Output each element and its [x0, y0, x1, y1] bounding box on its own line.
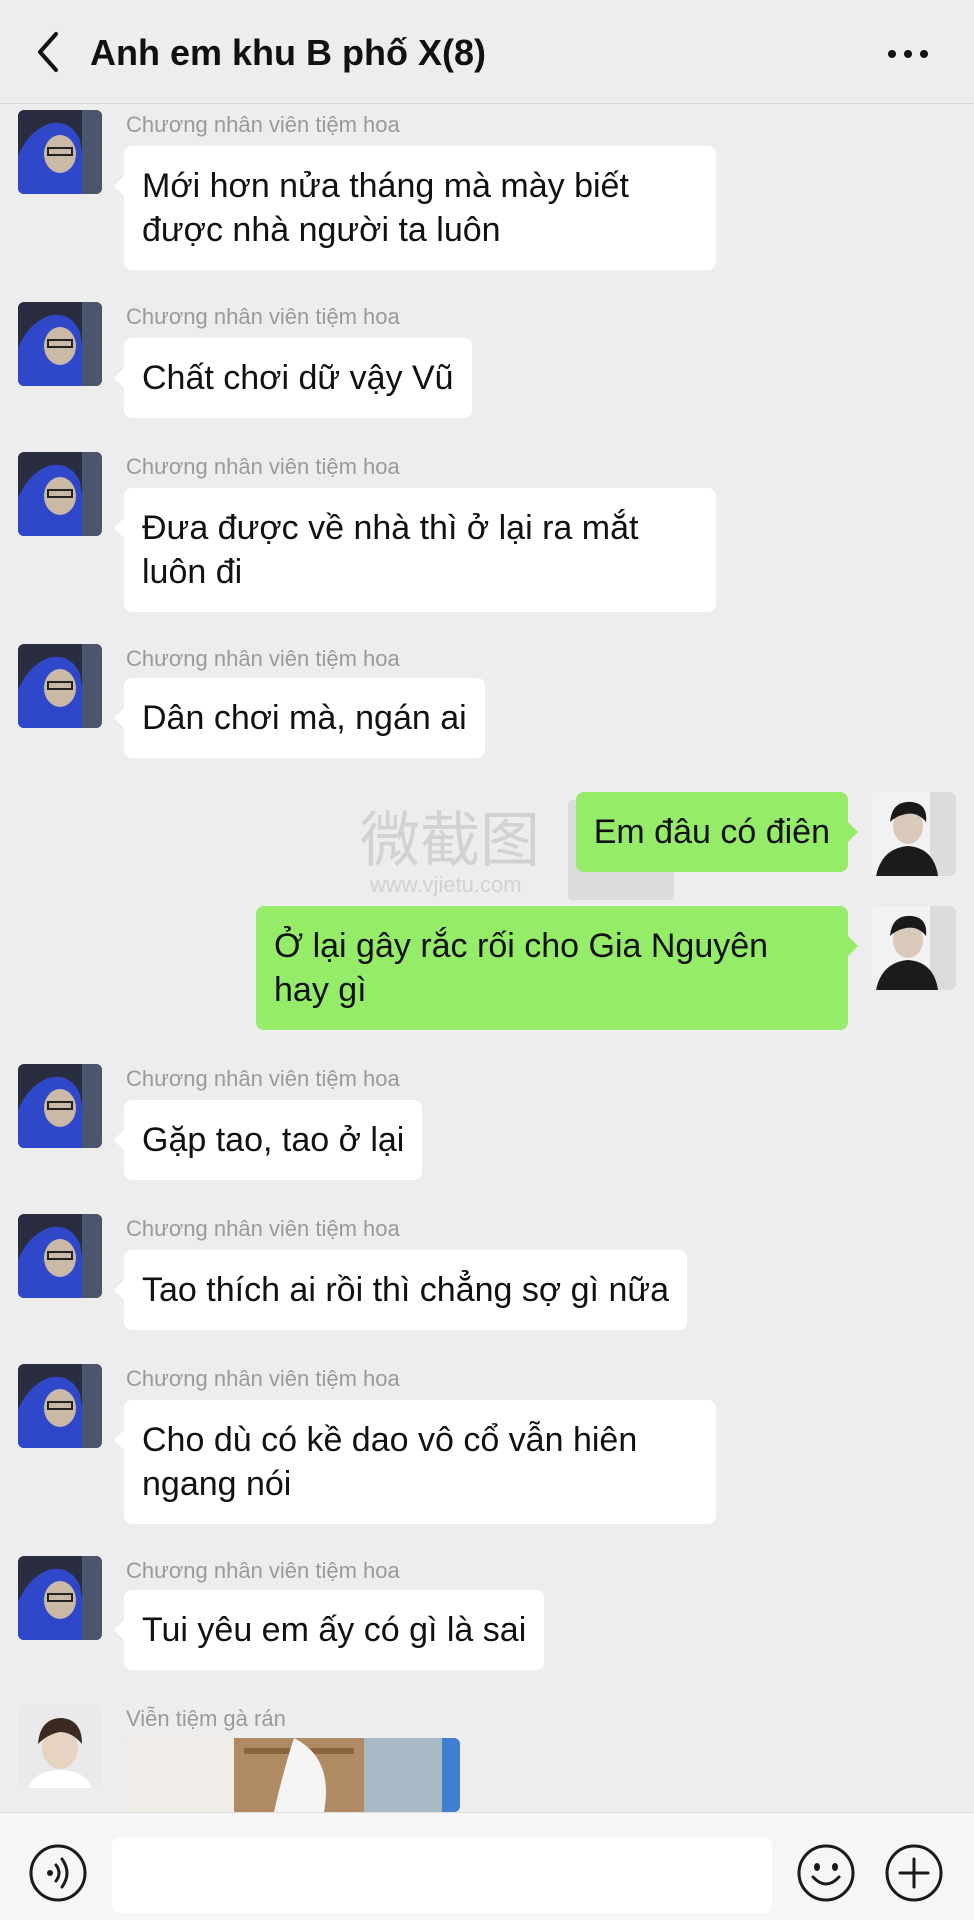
sender-avatar[interactable] — [18, 1704, 102, 1788]
watermark-chinese: 微截图 — [360, 807, 540, 874]
message-input[interactable] — [112, 1837, 772, 1913]
message-bubble-outgoing[interactable]: Ở lại gây rắc rối cho Gia Nguyên hay gì — [256, 906, 858, 1030]
sender-name: Chương nhân viên tiệm hoa — [126, 454, 400, 479]
my-avatar[interactable] — [872, 792, 956, 876]
sender-name: Chương nhân viên tiệm hoa — [126, 1066, 400, 1091]
plus-button[interactable] — [884, 1843, 944, 1903]
message-bubble[interactable]: Chất chơi dữ vậy Vũ — [114, 338, 472, 418]
my-avatar[interactable] — [872, 906, 956, 990]
sender-name: Chương nhân viên tiệm hoa — [126, 1558, 400, 1583]
emoji-button[interactable] — [796, 1843, 856, 1903]
sender-name: Chương nhân viên tiệm hoa — [126, 646, 400, 671]
voice-button[interactable] — [28, 1843, 88, 1903]
sender-name: Viễn tiệm gà rán — [126, 1706, 286, 1731]
sender-name: Chương nhân viên tiệm hoa — [126, 1366, 400, 1391]
sender-avatar[interactable] — [18, 1556, 102, 1640]
image-message[interactable] — [124, 1738, 460, 1812]
more-button[interactable] — [884, 36, 932, 72]
sender-avatar[interactable] — [18, 452, 102, 536]
message-bubble-outgoing[interactable]: Em đâu có điên — [575, 792, 859, 872]
sender-avatar[interactable] — [18, 110, 102, 194]
back-button[interactable] — [30, 30, 70, 74]
plus-icon — [885, 1844, 943, 1902]
sender-avatar[interactable] — [18, 644, 102, 728]
chevron-left-icon — [38, 32, 58, 72]
chat-title: Anh em khu B phố X(8) — [90, 32, 486, 73]
message-bubble[interactable]: Dân chơi mà, ngán ai — [114, 678, 485, 758]
sender-name: Chương nhân viên tiệm hoa — [126, 1216, 400, 1241]
sender-avatar[interactable] — [18, 1364, 102, 1448]
message-bubble[interactable]: Cho dù có kề dao vô cổ vẫn hiên ngang nó… — [114, 1400, 716, 1524]
message-bubble[interactable]: Tui yêu em ấy có gì là sai — [113, 1590, 545, 1670]
more-dots-icon — [888, 50, 928, 58]
message-bubble[interactable]: Mới hơn nửa tháng mà mày biết được nhà n… — [114, 146, 716, 270]
sender-name: Chương nhân viên tiệm hoa — [126, 304, 400, 329]
chat-header: Anh em khu B phố X(8) — [0, 0, 974, 104]
emoji-icon — [797, 1844, 855, 1902]
message-bubble[interactable]: Tao thích ai rồi thì chẳng sợ gì nữa — [113, 1250, 688, 1330]
watermark-url: www.vjietu.com — [370, 872, 522, 897]
voice-icon — [29, 1844, 87, 1902]
input-bar — [0, 1812, 974, 1920]
message-bubble[interactable]: Đưa được về nhà thì ở lại ra mắt luôn đi — [114, 488, 716, 612]
sender-avatar[interactable] — [18, 1064, 102, 1148]
sender-avatar[interactable] — [18, 302, 102, 386]
message-bubble[interactable]: Gặp tao, tao ở lại — [113, 1100, 423, 1180]
sender-avatar[interactable] — [18, 1214, 102, 1298]
sender-name: Chương nhân viên tiệm hoa — [126, 112, 400, 137]
